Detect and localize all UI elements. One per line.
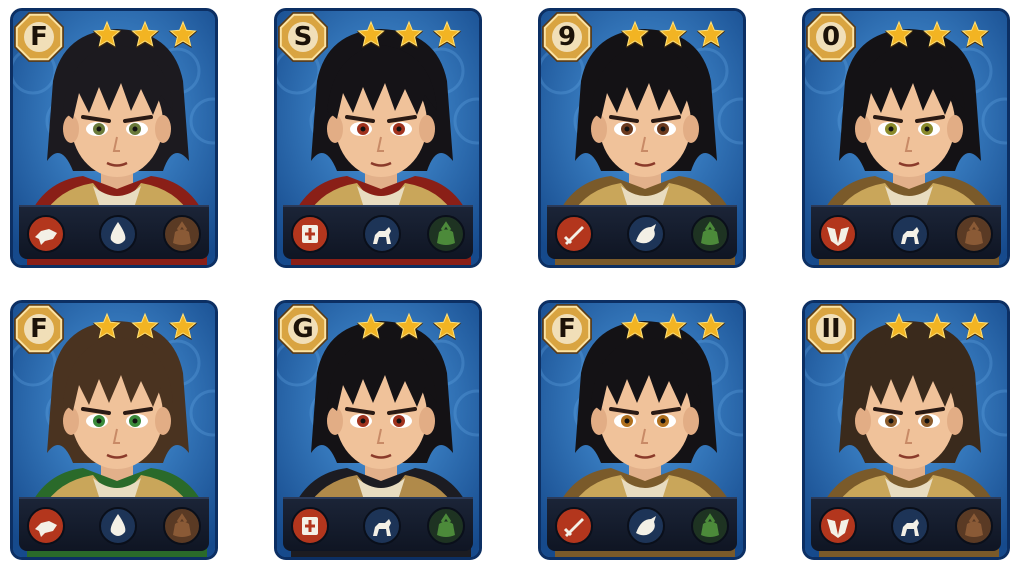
star-icon [394, 20, 424, 49]
star-icon [658, 20, 688, 49]
star-icon [696, 312, 726, 341]
green-bag-icon[interactable] [427, 215, 465, 253]
hero-card-grid: F S 9 0 F G F II [0, 0, 1024, 576]
star-icon [92, 312, 122, 341]
star-rating [91, 19, 199, 51]
dragon-icon[interactable] [627, 507, 665, 545]
dragon-icon[interactable] [627, 215, 665, 253]
horse-rider-icon[interactable] [363, 215, 401, 253]
star-icon [130, 20, 160, 49]
horse-rider-icon[interactable] [891, 507, 929, 545]
rank-letter: II [821, 314, 841, 344]
water-drop-icon[interactable] [99, 507, 137, 545]
star-rating [883, 311, 991, 343]
star-icon [884, 20, 914, 49]
green-bag-icon[interactable] [691, 507, 729, 545]
rank-letter: G [292, 314, 314, 344]
star-icon [922, 312, 952, 341]
bag-icon[interactable] [163, 215, 201, 253]
star-icon [620, 312, 650, 341]
chick-fist-icon[interactable] [27, 507, 65, 545]
star-rating [883, 19, 991, 51]
star-icon [922, 20, 952, 49]
hero-card[interactable]: 0 [802, 8, 1010, 268]
star-icon [168, 20, 198, 49]
bag-icon[interactable] [163, 507, 201, 545]
shield-cross-icon[interactable] [291, 507, 329, 545]
green-bag-icon[interactable] [427, 507, 465, 545]
star-icon [130, 312, 160, 341]
star-rating [619, 19, 727, 51]
horse-rider-icon[interactable] [891, 215, 929, 253]
rank-letter: S [293, 22, 313, 52]
rank-letter: F [30, 314, 48, 344]
sword-slash-icon[interactable] [555, 507, 593, 545]
rank-letter: 9 [557, 22, 577, 52]
star-icon [960, 312, 990, 341]
star-rating [355, 311, 463, 343]
star-icon [92, 20, 122, 49]
wing-shield-icon[interactable] [819, 507, 857, 545]
rank-letter: F [30, 22, 48, 52]
star-icon [658, 312, 688, 341]
shield-cross-icon[interactable] [291, 215, 329, 253]
hero-card[interactable]: F [10, 8, 218, 268]
star-icon [394, 312, 424, 341]
hero-card[interactable]: S [274, 8, 482, 268]
star-rating [355, 19, 463, 51]
bag-icon[interactable] [955, 215, 993, 253]
star-icon [696, 20, 726, 49]
hero-card[interactable]: G [274, 300, 482, 560]
rank-letter: 0 [821, 22, 841, 52]
green-bag-icon[interactable] [691, 215, 729, 253]
sword-slash-icon[interactable] [555, 215, 593, 253]
star-rating [91, 311, 199, 343]
star-icon [620, 20, 650, 49]
chick-fist-icon[interactable] [27, 215, 65, 253]
star-icon [432, 312, 462, 341]
horse-rider-icon[interactable] [363, 507, 401, 545]
star-icon [960, 20, 990, 49]
wing-shield-icon[interactable] [819, 215, 857, 253]
bag-icon[interactable] [955, 507, 993, 545]
star-icon [356, 312, 386, 341]
hero-card[interactable]: II [802, 300, 1010, 560]
star-rating [619, 311, 727, 343]
star-icon [356, 20, 386, 49]
rank-letter: F [558, 314, 576, 344]
hero-card[interactable]: F [10, 300, 218, 560]
star-icon [884, 312, 914, 341]
water-drop-icon[interactable] [99, 215, 137, 253]
hero-card[interactable]: 9 [538, 8, 746, 268]
star-icon [432, 20, 462, 49]
hero-card[interactable]: F [538, 300, 746, 560]
star-icon [168, 312, 198, 341]
